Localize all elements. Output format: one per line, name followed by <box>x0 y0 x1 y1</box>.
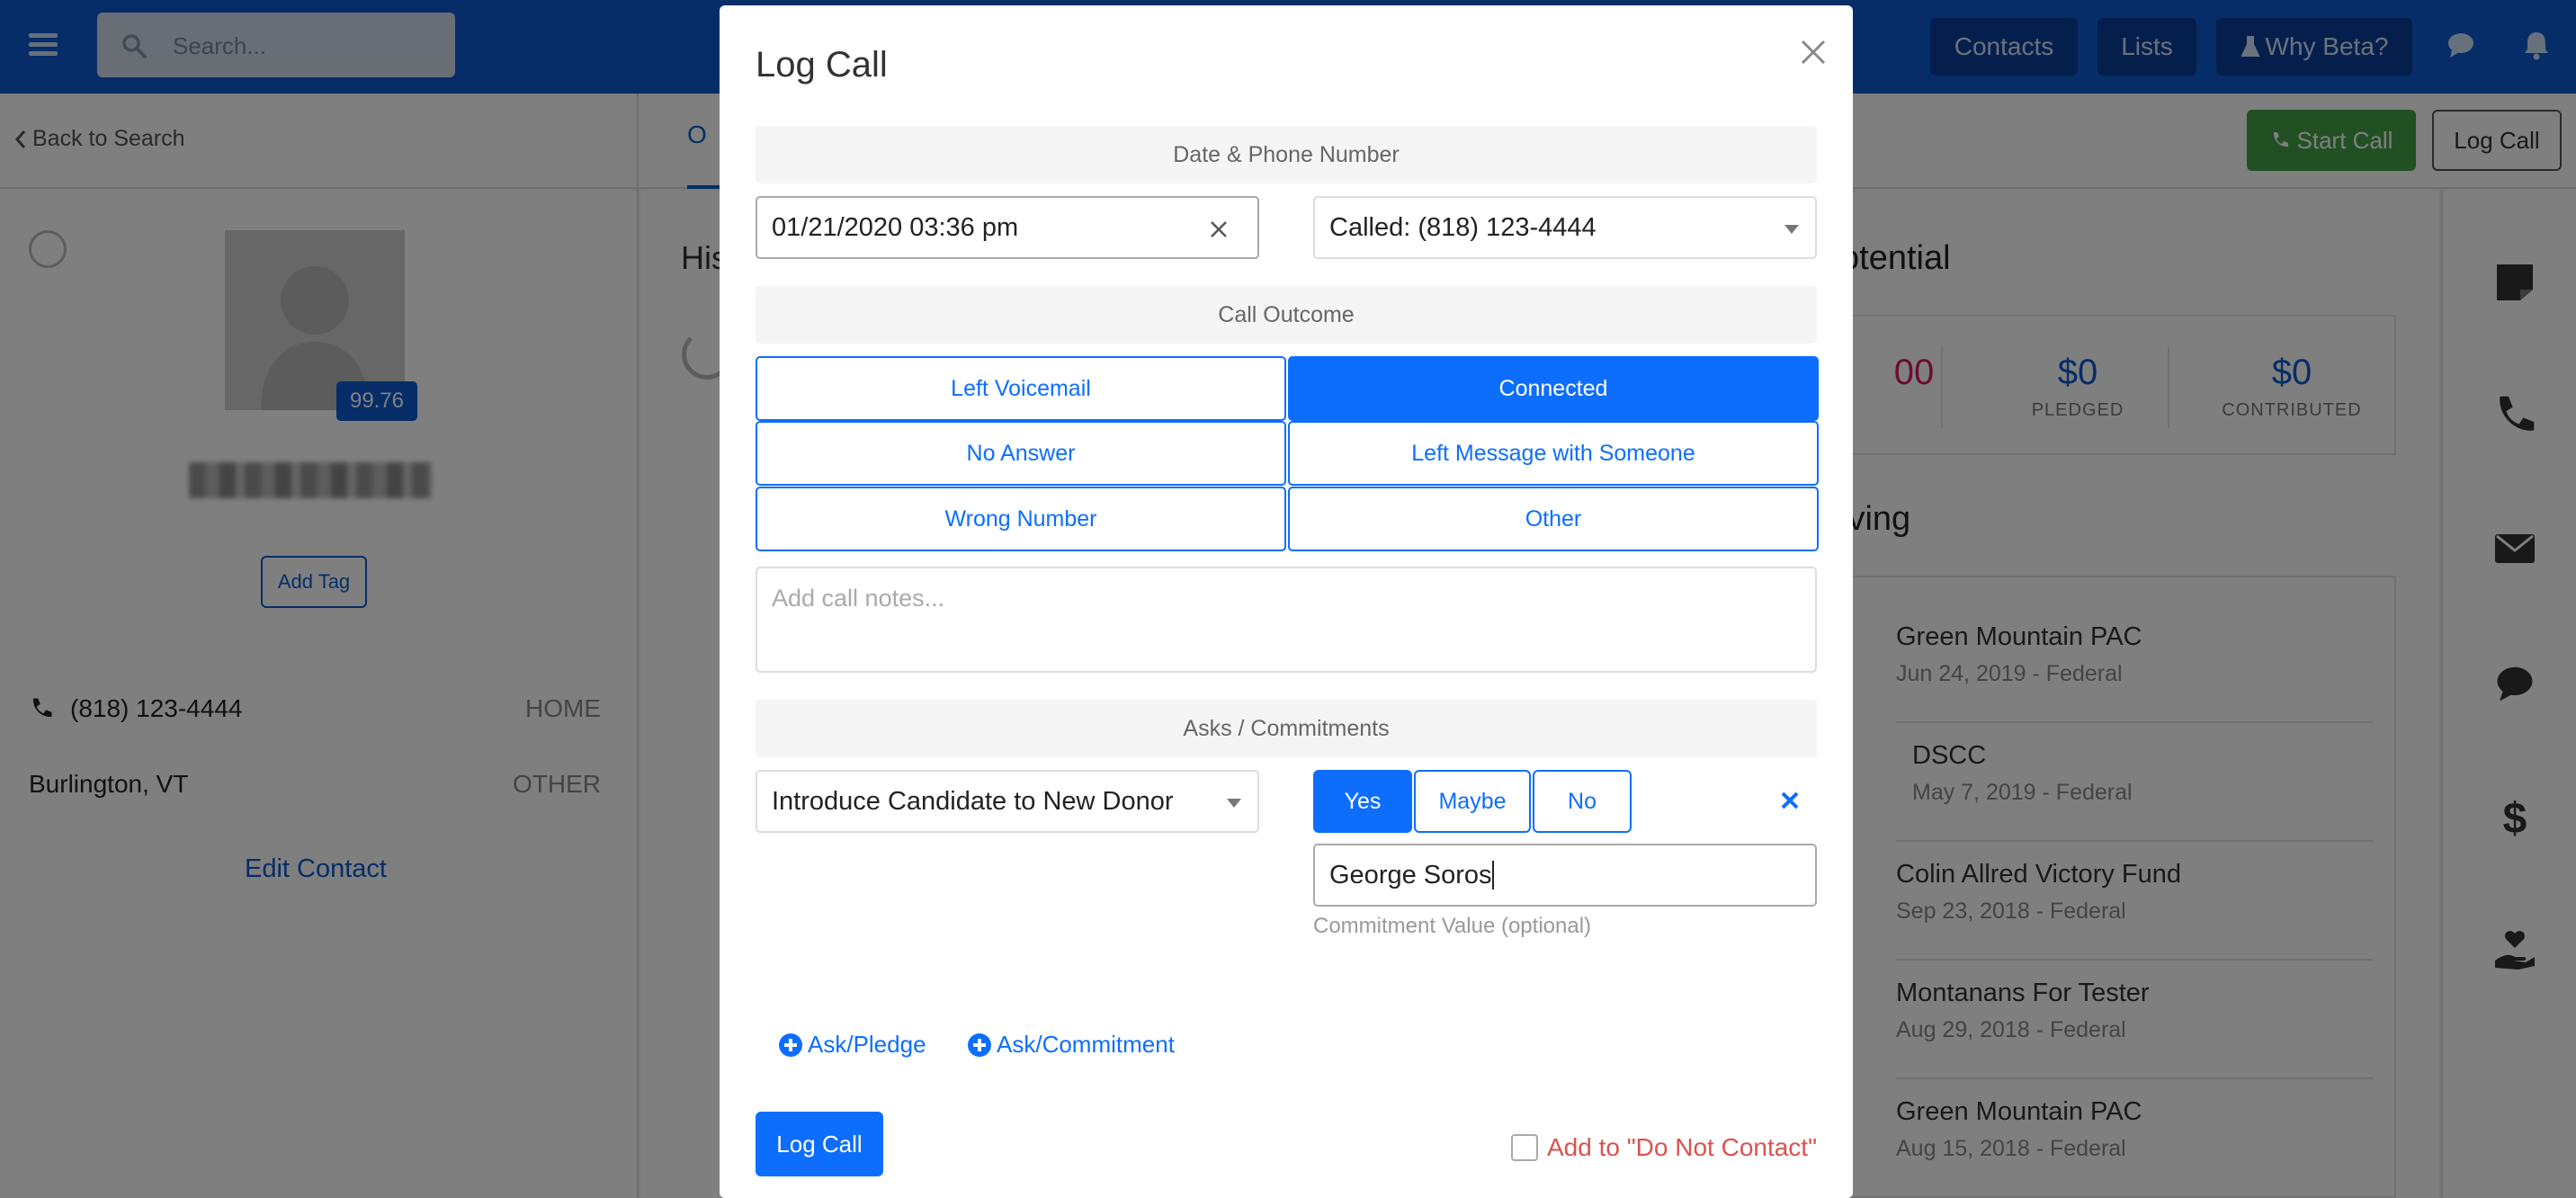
clear-icon[interactable] <box>1209 219 1229 239</box>
chevron-down-icon <box>1227 799 1241 808</box>
text-cursor <box>1491 861 1494 890</box>
outcome-left-voicemail-button[interactable]: Left Voicemail <box>756 356 1286 421</box>
log-call-submit-button[interactable]: Log Call <box>756 1112 883 1176</box>
ask-type-value: Introduce Candidate to New Donor <box>772 786 1174 816</box>
called-number-select[interactable]: Called: (818) 123-4444 <box>1313 196 1817 259</box>
remove-ask-icon[interactable] <box>1777 788 1802 813</box>
section-date-phone: Date & Phone Number <box>756 126 1817 183</box>
section-call-outcome: Call Outcome <box>756 286 1817 344</box>
close-icon[interactable] <box>1795 34 1831 70</box>
plus-circle-icon <box>968 1033 991 1057</box>
plus-circle-icon <box>779 1033 802 1057</box>
call-notes-textarea[interactable] <box>757 568 1815 671</box>
add-ask-commitment-label: Ask/Commitment <box>997 1031 1175 1058</box>
modal-title: Log Call <box>756 45 888 85</box>
do-not-contact-label: Add to "Do Not Contact" <box>1547 1133 1818 1161</box>
datetime-value: 01/21/2020 03:36 pm <box>772 212 1019 242</box>
called-number-value: Called: (818) 123-4444 <box>1329 212 1597 242</box>
log-call-modal: Log Call Date & Phone Number 01/21/2020 … <box>720 5 1853 1198</box>
answer-yes-button[interactable]: Yes <box>1313 770 1412 833</box>
commitment-value: George Soros <box>1329 860 1492 890</box>
chevron-down-icon <box>1784 225 1799 234</box>
ask-type-select[interactable]: Introduce Candidate to New Donor <box>756 770 1259 833</box>
datetime-input[interactable]: 01/21/2020 03:36 pm <box>756 196 1259 259</box>
add-ask-pledge-label: Ask/Pledge <box>808 1031 926 1058</box>
outcome-left-message-button[interactable]: Left Message with Someone <box>1288 421 1819 486</box>
outcome-wrong-number-button[interactable]: Wrong Number <box>756 487 1286 551</box>
add-ask-pledge-link[interactable]: Ask/Pledge <box>779 1031 926 1059</box>
commitment-value-input[interactable]: George Soros <box>1313 844 1817 907</box>
do-not-contact-checkbox[interactable] <box>1511 1134 1538 1161</box>
do-not-contact-checkbox-row[interactable]: Add to "Do Not Contact" <box>1511 1133 1817 1162</box>
answer-no-button[interactable]: No <box>1533 770 1632 833</box>
commitment-help-text: Commitment Value (optional) <box>1313 914 1592 938</box>
outcome-no-answer-button[interactable]: No Answer <box>756 421 1286 486</box>
answer-maybe-button[interactable]: Maybe <box>1414 770 1531 833</box>
outcome-connected-button[interactable]: Connected <box>1288 356 1819 421</box>
add-ask-commitment-link[interactable]: Ask/Commitment <box>968 1031 1175 1059</box>
call-notes-field[interactable] <box>756 567 1817 673</box>
section-asks-commitments: Asks / Commitments <box>756 700 1817 757</box>
outcome-other-button[interactable]: Other <box>1288 487 1819 551</box>
